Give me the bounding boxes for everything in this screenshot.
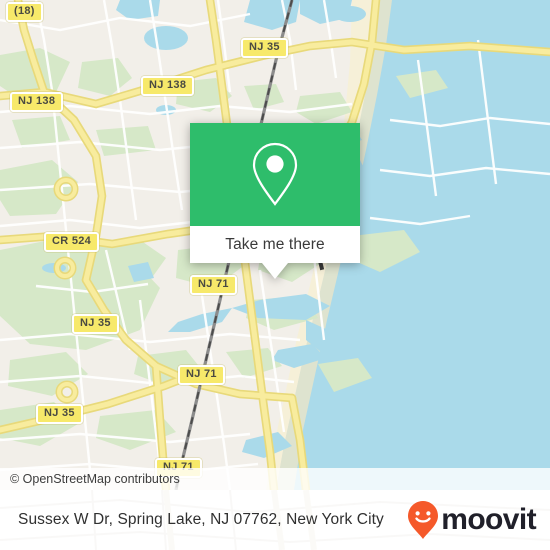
- moovit-smiley-pin-icon: [408, 501, 439, 539]
- popup-header: [190, 123, 360, 226]
- moovit-logo[interactable]: moovit: [406, 500, 537, 540]
- map-pin-icon: [252, 142, 298, 206]
- road-shield-nj-71: NJ 71: [190, 275, 237, 295]
- road-shield-18: (18): [6, 2, 43, 22]
- road-shield-nj-138: NJ 138: [141, 76, 195, 96]
- map-attribution[interactable]: © OpenStreetMap contributors: [0, 468, 550, 490]
- location-popup[interactable]: Take me there: [190, 123, 360, 279]
- road-shield-nj-35: NJ 35: [241, 38, 288, 58]
- location-address: Sussex W Dr, Spring Lake, NJ 07762, New …: [18, 511, 384, 528]
- take-me-there-button[interactable]: Take me there: [190, 226, 360, 263]
- popup-pointer-tail: [262, 263, 288, 279]
- road-shield-nj-138: NJ 138: [10, 92, 64, 112]
- map-page: (18) NJ 35 NJ 138 NJ 138 CR 524 NJ 71 NJ 35 NJ …: [0, 0, 550, 550]
- road-shield-cr-524: CR 524: [44, 232, 100, 252]
- road-shield-nj-71: NJ 71: [178, 365, 225, 385]
- attribution-text: © OpenStreetMap contributors: [10, 472, 180, 486]
- road-shield-nj-35: NJ 35: [72, 314, 119, 334]
- footer-bar: Sussex W Dr, Spring Lake, NJ 07762, New …: [0, 490, 550, 550]
- moovit-wordmark: moovit: [441, 503, 536, 536]
- road-shield-nj-35: NJ 35: [36, 404, 83, 424]
- take-me-there-label: Take me there: [225, 235, 325, 253]
- map-canvas[interactable]: (18) NJ 35 NJ 138 NJ 138 CR 524 NJ 71 NJ 35 NJ …: [0, 0, 550, 490]
